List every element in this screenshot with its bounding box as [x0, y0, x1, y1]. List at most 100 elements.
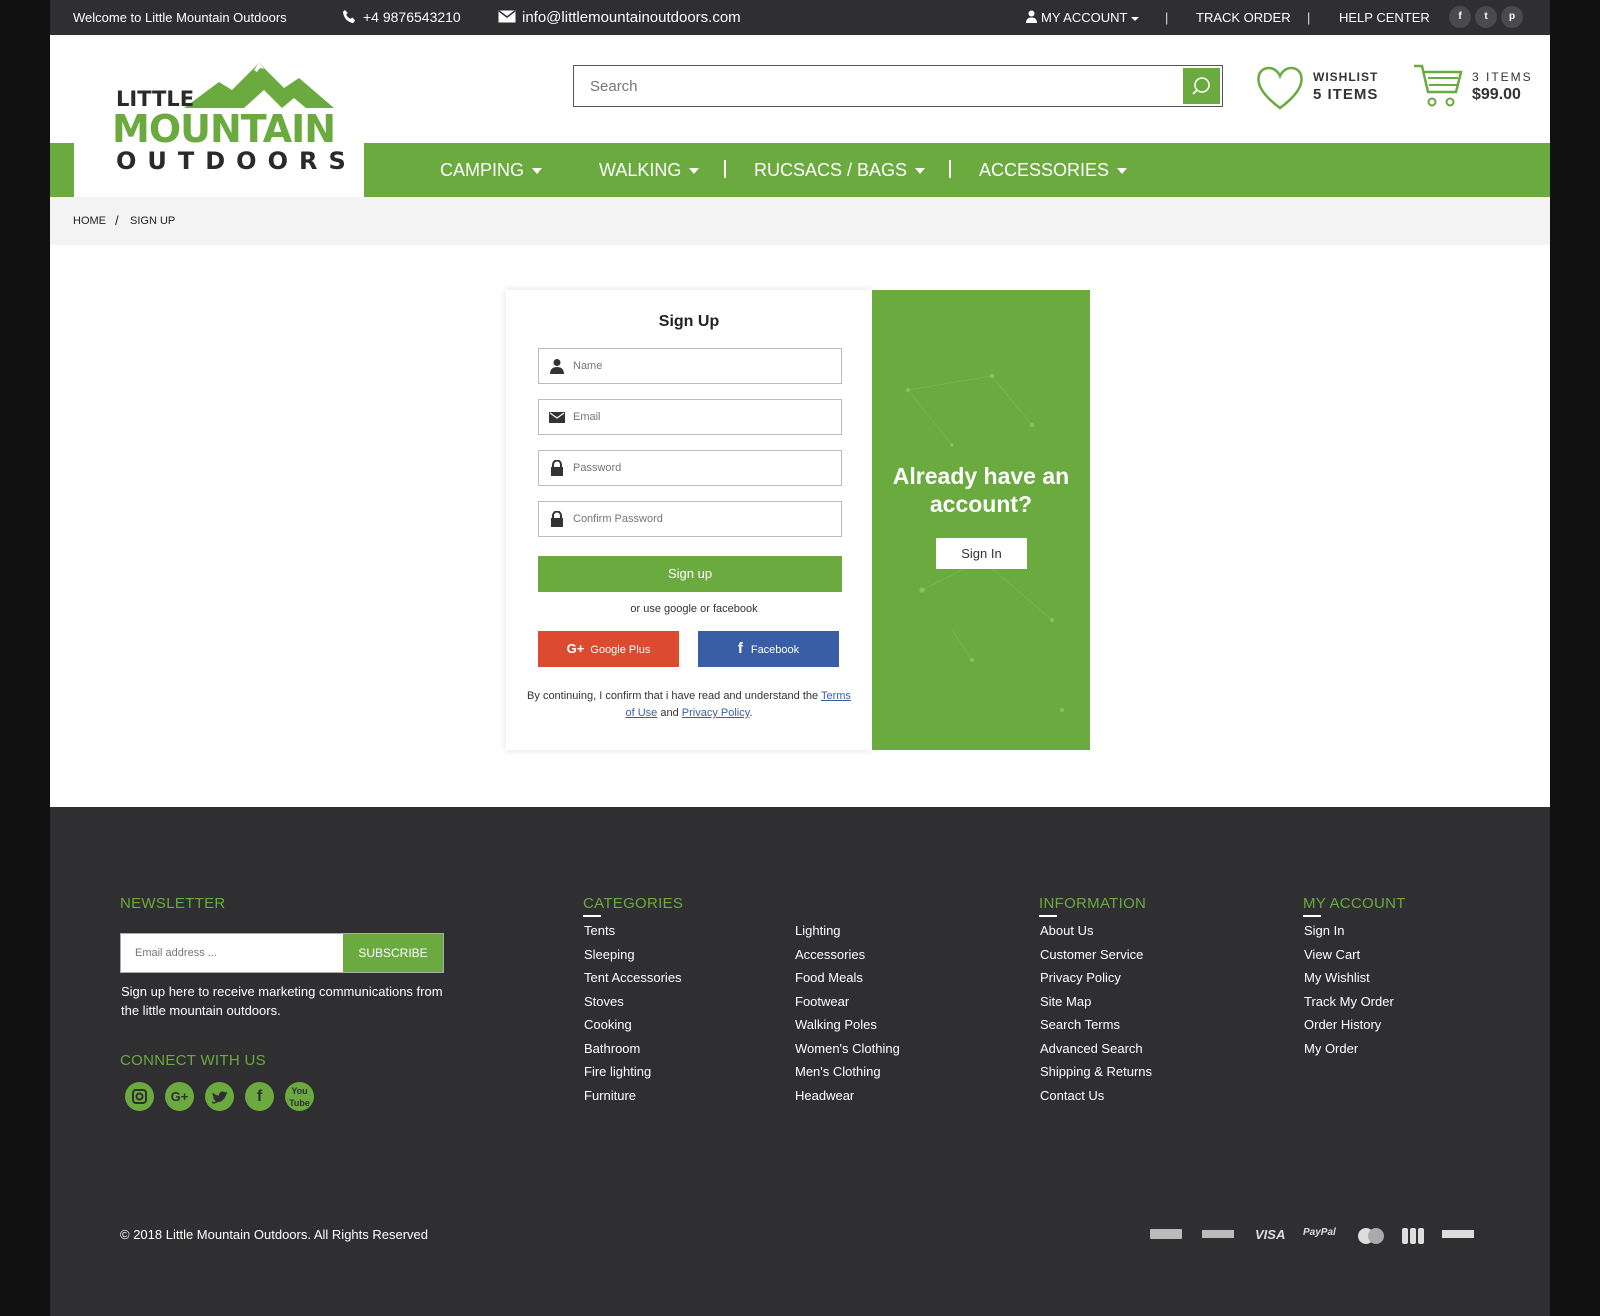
list-item[interactable]: Footwear: [795, 990, 900, 1014]
cart-link[interactable]: 3 ITEMS $99.00: [1412, 60, 1542, 116]
list-item[interactable]: Sign In: [1304, 919, 1394, 943]
newsletter-email-input[interactable]: [121, 934, 341, 972]
welcome-text: Welcome to Little Mountain Outdoors: [73, 10, 287, 25]
site-logo[interactable]: LITTLE MOUNTAIN OUTDOORS: [74, 35, 364, 197]
list-item[interactable]: Shipping & Returns: [1040, 1060, 1152, 1084]
information-heading: INFORMATION: [1039, 895, 1147, 912]
list-item[interactable]: Food Meals: [795, 966, 900, 990]
mountain-logo-icon: [184, 63, 334, 108]
subscribe-button[interactable]: SUBSCRIBE: [343, 934, 443, 972]
list-item[interactable]: Furniture: [584, 1084, 682, 1108]
pinterest-icon[interactable]: p: [1501, 6, 1523, 28]
list-item[interactable]: Tents: [584, 919, 682, 943]
cart-total: $99.00: [1472, 86, 1521, 103]
top-bar: Welcome to Little Mountain Outdoors +4 9…: [50, 0, 1550, 35]
nav-item-rucsacs-bags[interactable]: RUCSACS / BAGS: [754, 143, 926, 197]
list-item[interactable]: Order History: [1304, 1013, 1394, 1037]
privacy-policy-link[interactable]: Privacy Policy: [682, 707, 750, 719]
list-item[interactable]: Customer Service: [1040, 943, 1152, 967]
list-item[interactable]: Privacy Policy: [1040, 966, 1152, 990]
breadcrumb-home[interactable]: HOME: [73, 215, 106, 227]
phone-number: +4 9876543210: [363, 9, 461, 25]
heading-underline: [583, 915, 601, 917]
facebook-icon[interactable]: f: [1449, 6, 1471, 28]
my-account-menu[interactable]: MY ACCOUNT: [1026, 0, 1140, 35]
nav-label: WALKING: [599, 160, 682, 180]
list-item[interactable]: Fire lighting: [584, 1060, 682, 1084]
facebook-icon[interactable]: f: [245, 1082, 274, 1111]
phone-link[interactable]: +4 9876543210: [342, 0, 461, 35]
heart-icon: [1257, 66, 1303, 110]
email-link[interactable]: info@littlemountainoutdoors.com: [498, 0, 741, 35]
lock-icon: [551, 460, 563, 476]
list-item[interactable]: Accessories: [795, 943, 900, 967]
list-item[interactable]: Bathroom: [584, 1037, 682, 1061]
list-item[interactable]: Tent Accessories: [584, 966, 682, 990]
list-item[interactable]: My Wishlist: [1304, 966, 1394, 990]
jcb-icon: [1402, 1227, 1424, 1248]
facebook-button[interactable]: f Facebook: [698, 631, 839, 667]
nav-item-camping[interactable]: CAMPING: [440, 143, 543, 197]
copyright-text: © 2018 Little Mountain Outdoors. All Rig…: [120, 1227, 429, 1242]
user-icon: [550, 359, 564, 374]
help-center-link[interactable]: HELP CENTER: [1339, 0, 1430, 35]
list-item[interactable]: Men's Clothing: [795, 1060, 900, 1084]
track-order-link[interactable]: TRACK ORDER: [1196, 0, 1291, 35]
list-item[interactable]: About Us: [1040, 919, 1152, 943]
breadcrumb-separator: /: [115, 213, 119, 228]
google-plus-icon[interactable]: G+: [165, 1082, 194, 1111]
twitter-icon[interactable]: t: [1475, 6, 1497, 28]
heading-underline: [1039, 915, 1057, 917]
list-item[interactable]: Headwear: [795, 1084, 900, 1108]
google-plus-button[interactable]: G+ Google Plus: [538, 631, 679, 667]
twitter-icon[interactable]: [205, 1082, 234, 1111]
signin-panel: Already have an account? Sign In: [872, 290, 1090, 750]
nav-label: ACCESSORIES: [979, 160, 1110, 180]
page: Welcome to Little Mountain Outdoors +4 9…: [50, 0, 1550, 1316]
list-item[interactable]: Track My Order: [1304, 990, 1394, 1014]
terms-and-text: and: [660, 707, 679, 719]
email-input[interactable]: [573, 400, 833, 434]
phone-icon: [342, 9, 356, 24]
discover-icon: [1442, 1227, 1474, 1244]
mastercard-icon: [1355, 1227, 1387, 1248]
search-bar: [573, 65, 1223, 107]
chevron-down-icon: [689, 168, 700, 175]
list-item[interactable]: Contact Us: [1040, 1084, 1152, 1108]
youtube-icon[interactable]: You Tube: [285, 1082, 314, 1111]
search-button[interactable]: [1183, 68, 1220, 104]
social-login-hint: or use google or facebook: [630, 603, 758, 615]
list-item[interactable]: Lighting: [795, 919, 900, 943]
email-address: info@littlemountainoutdoors.com: [522, 9, 741, 26]
signup-button[interactable]: Sign up: [538, 556, 842, 592]
confirm-password-input[interactable]: [573, 502, 833, 536]
nav-item-accessories[interactable]: ACCESSORIES: [979, 143, 1128, 197]
categories-list-1: Tents Sleeping Tent Accessories Stoves C…: [584, 919, 682, 1107]
nav-item-walking[interactable]: WALKING: [599, 143, 700, 197]
name-input[interactable]: [573, 349, 833, 383]
my-account-label: MY ACCOUNT: [1041, 10, 1128, 25]
account-list: Sign In View Cart My Wishlist Track My O…: [1304, 919, 1394, 1060]
terms-text: By continuing, I confirm that i have rea…: [527, 690, 819, 702]
my-account-heading: MY ACCOUNT: [1303, 895, 1406, 912]
facebook-label: Facebook: [750, 644, 800, 656]
list-item[interactable]: Cooking: [584, 1013, 682, 1037]
search-input[interactable]: [574, 66, 1174, 106]
newsletter-heading: NEWSLETTER: [120, 895, 226, 912]
wishlist-link[interactable]: WISHLIST 5 ITEMS: [1255, 60, 1395, 116]
list-item[interactable]: Sleeping: [584, 943, 682, 967]
instagram-icon[interactable]: [125, 1082, 154, 1111]
signin-button[interactable]: Sign In: [936, 538, 1027, 569]
list-item[interactable]: Women's Clothing: [795, 1037, 900, 1061]
divider: |: [1165, 10, 1169, 25]
list-item[interactable]: Site Map: [1040, 990, 1152, 1014]
mail-icon: [549, 412, 565, 423]
list-item[interactable]: Stoves: [584, 990, 682, 1014]
list-item[interactable]: Advanced Search: [1040, 1037, 1152, 1061]
password-input[interactable]: [573, 451, 833, 485]
list-item[interactable]: Walking Poles: [795, 1013, 900, 1037]
list-item[interactable]: Search Terms: [1040, 1013, 1152, 1037]
list-item[interactable]: View Cart: [1304, 943, 1394, 967]
constellation-pattern: [905, 373, 1065, 713]
list-item[interactable]: My Order: [1304, 1037, 1394, 1061]
